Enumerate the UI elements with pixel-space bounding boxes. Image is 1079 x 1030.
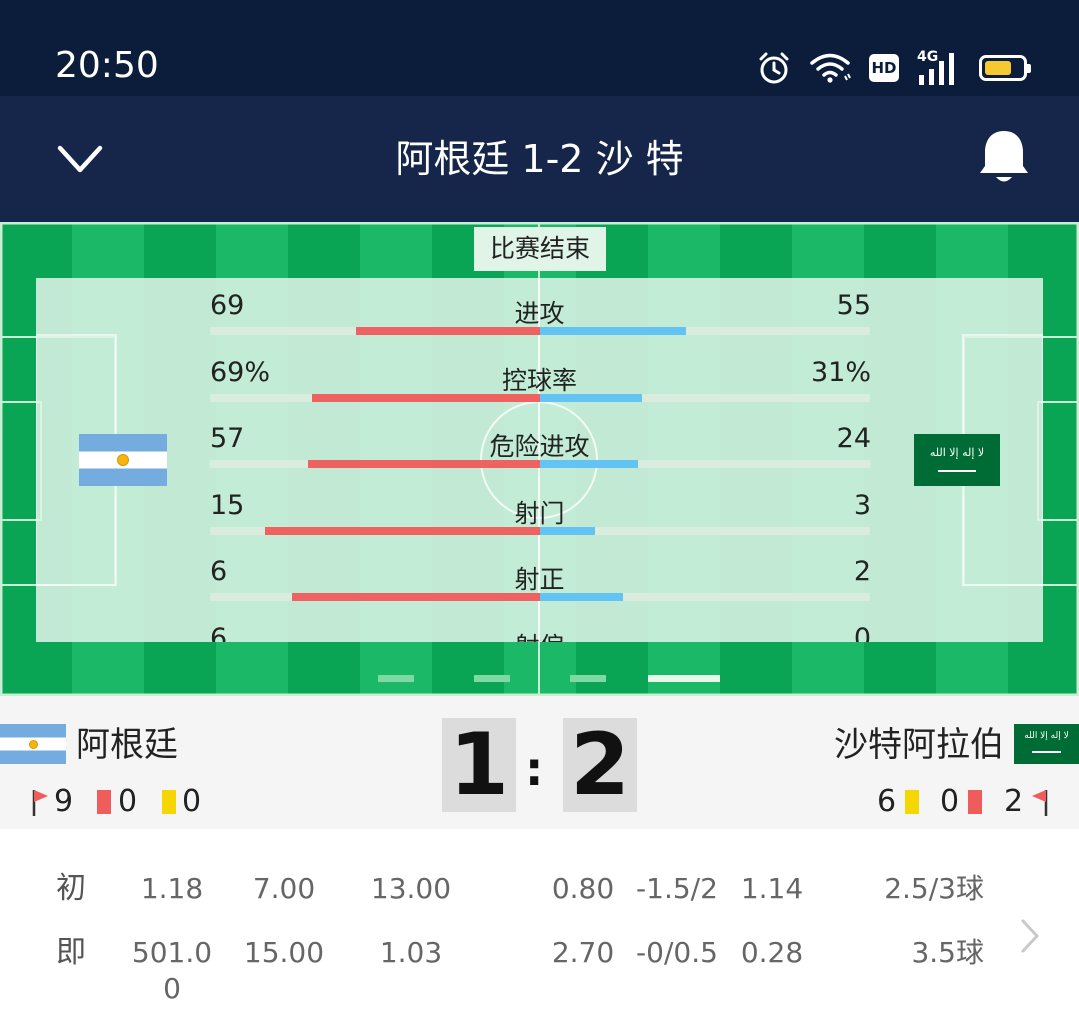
odds-initial-label: 初 [56,871,86,906]
stat-away-value: 3 [853,489,871,521]
page-dot[interactable] [474,675,510,682]
status-icons: HD 4G [757,48,1031,88]
alarm-icon [759,52,789,84]
chevron-right-icon[interactable] [1018,918,1042,954]
odds-live-asian-home: 2.70 [551,936,615,969]
page-dot[interactable] [648,675,720,682]
away-team-name[interactable]: 沙特阿拉伯 [834,723,1004,767]
stat-row: 69% 控球率 31% [36,357,1043,417]
odds-initial-euro-away: 13.00 [370,872,452,905]
stat-label: 射正 [514,565,565,594]
home-team-name[interactable]: 阿根廷 [76,723,178,767]
status-bar: 20:50 HD 4G [0,0,1079,96]
home-corners: 9 [54,784,74,819]
page-dot[interactable] [378,675,414,682]
flag-script: لا إله إلا الله [929,446,985,459]
odds-initial-euro-draw: 7.00 [252,872,316,905]
odds-live-euro-home: 501.0 0 [131,936,213,1005]
bell-icon[interactable] [976,128,1032,186]
home-team-flag [79,434,167,486]
odds-initial-asian-away: 1.14 [740,872,804,905]
home-score: 1 [442,718,516,812]
corner-flag-icon [32,790,48,816]
stat-away-value: 2 [853,556,871,587]
stat-away-value: 24 [836,423,871,454]
odds-initial-goals: 2.5/3球 [884,872,984,905]
away-corners: 2 [1004,784,1024,819]
stats-pitch: 69进攻5569%控球率31%57危险进攻2415射门36射正26射偏0 比赛结… [0,222,1079,696]
away-team-flag: لا إله إلا الله [914,434,1000,486]
stat-row: 6 射正 2 [36,556,1043,616]
stat-label: 射偏 [36,627,1043,643]
away-score: 2 [563,718,637,812]
stat-away-value: 0 [853,622,871,643]
network-label: 4G [917,49,939,65]
odds-live-asian-away: 0.28 [740,936,804,969]
stat-row: 57 危险进攻 24 [36,423,1043,483]
odds-initial-asian-home: 0.80 [551,872,615,905]
score-section: 阿根廷 9 0 0 1 : 2 沙特阿拉伯 لا إله إلا الله 6 … [0,696,1079,829]
status-time: 20:50 [55,45,159,86]
red-card-icon [97,790,111,814]
signal-4g-icon: 4G [917,49,961,85]
odds-live-euro-away: 1.03 [379,936,443,969]
chevron-down-icon[interactable] [56,140,104,180]
battery-icon [979,55,1031,81]
stat-label: 控球率 [501,365,577,395]
flag-script-small: لا إله إلا الله [1024,731,1069,741]
away-flag-small: لا إله إلا الله [1014,724,1079,764]
stat-row: 6射偏0 [36,623,1043,643]
stat-row: 69 进攻 55 [36,290,1043,350]
wifi-icon [810,53,851,83]
odds-initial-asian-handicap: -1.5/2 [636,872,718,905]
yellow-card-icon [162,790,176,814]
away-yellow-cards: 6 [877,784,897,819]
red-card-icon [968,790,982,814]
hd-icon: HD [869,54,899,82]
header-bar: 阿根廷 1-2 沙 特 [0,96,1079,222]
stat-label: 进攻 [514,299,565,328]
yellow-card-icon [905,790,919,814]
home-red-cards: 0 [118,784,138,819]
match-status-badge: 比赛结束 [474,227,606,271]
odds-live-euro-draw: 15.00 [243,936,325,969]
page-dot[interactable] [570,675,606,682]
stat-away-value: 31% [810,356,871,388]
stat-away-value: 55 [836,290,871,321]
odds-initial-euro-home: 1.18 [140,872,204,905]
odds-live-asian-handicap: -0/0.5 [636,936,718,969]
home-yellow-cards: 0 [182,784,202,819]
stat-row: 15 射门 3 [36,490,1043,550]
stat-label: 危险进攻 [489,432,590,461]
corner-flag-icon [1032,790,1048,816]
odds-live-label: 即 [56,935,86,970]
odds-section[interactable]: 初 1.18 7.00 13.00 0.80 -1.5/2 1.14 2.5/3… [0,829,1079,1030]
home-flag-small [0,724,66,764]
stats-panel: 69进攻5569%控球率31%57危险进攻2415射门36射正26射偏0 [36,278,1043,642]
away-red-cards: 0 [940,784,960,819]
score-separator: : [525,742,544,796]
page-title: 阿根廷 1-2 沙 特 [395,137,684,181]
odds-live-goals: 3.5球 [911,936,984,969]
stat-label: 射门 [514,498,565,528]
